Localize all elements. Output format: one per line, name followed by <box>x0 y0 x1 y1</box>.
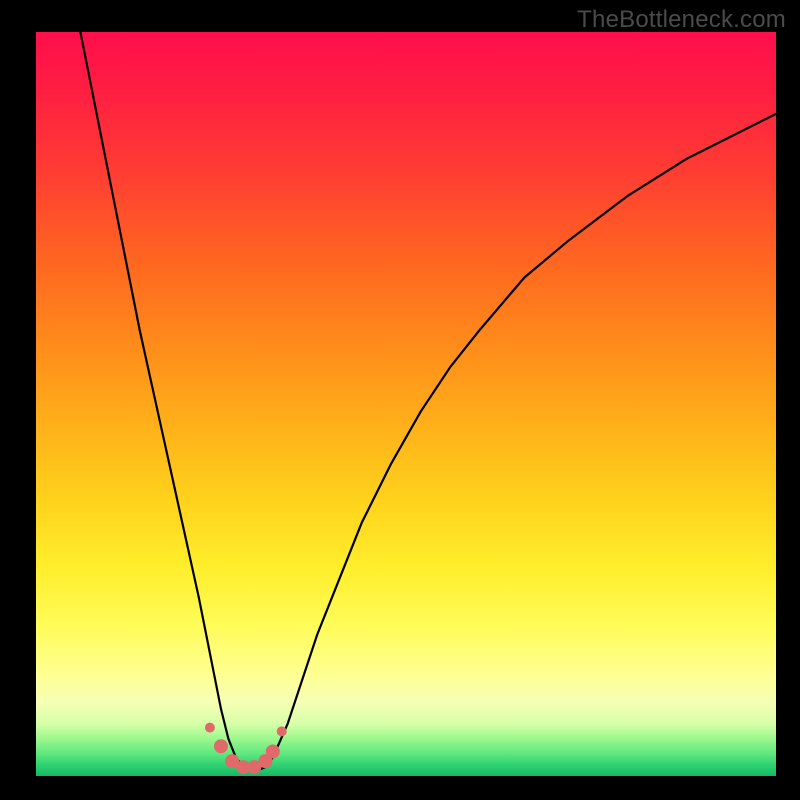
marker-dot <box>266 744 280 758</box>
bottleneck-curve <box>80 32 776 770</box>
watermark-text: TheBottleneck.com <box>577 6 786 34</box>
marker-dot <box>214 739 228 753</box>
chart-frame: TheBottleneck.com <box>0 0 800 800</box>
curve-layer <box>36 32 776 776</box>
marker-dot <box>205 723 215 733</box>
marker-dot <box>277 726 287 736</box>
plot-area <box>36 32 776 776</box>
bottom-markers <box>205 723 287 774</box>
